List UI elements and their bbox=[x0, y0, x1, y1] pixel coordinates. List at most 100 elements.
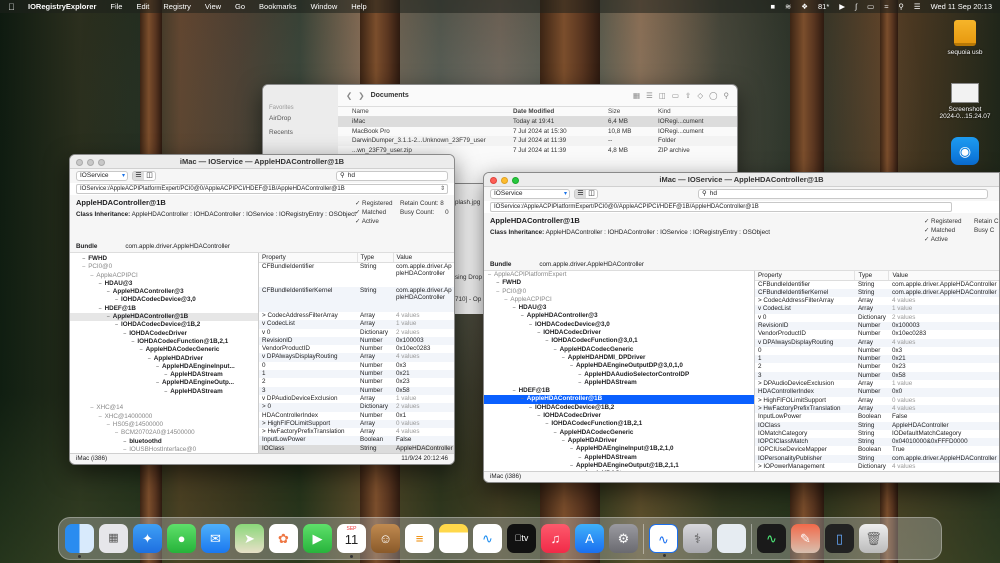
table-row[interactable]: IOPersonalityPublisher String com.apple.dr… bbox=[754, 454, 999, 464]
col-property[interactable]: Property bbox=[259, 253, 358, 263]
menu-edit[interactable]: Edit bbox=[136, 2, 149, 11]
tree-node[interactable]: – IOHDACodecFunction@3,0,1 bbox=[484, 337, 754, 345]
tree-node[interactable]: – XHC@14 bbox=[70, 404, 258, 412]
table-row[interactable]: > HwFactoryPrefixTranslation Array 4 value… bbox=[259, 428, 454, 436]
search-input[interactable]: ⚲ hd bbox=[698, 189, 988, 199]
gallery-view-icon[interactable]: ▭ bbox=[672, 91, 679, 100]
search-menu-icon[interactable]: ⚲ bbox=[898, 2, 904, 11]
desktop-screenshot[interactable]: Screenshot 2024-0...15.24.07 bbox=[935, 83, 995, 120]
tree-node[interactable]: – AppleHDACodecGeneric bbox=[484, 429, 754, 437]
notes-icon[interactable] bbox=[439, 524, 468, 553]
tree-node[interactable]: – AppleHDAController@1B bbox=[484, 395, 754, 404]
tree-node[interactable]: – AppleACPIPCI bbox=[484, 296, 754, 304]
back-icon[interactable]: ❮ bbox=[346, 91, 352, 100]
plane-select[interactable]: IOService ▾ bbox=[490, 189, 570, 199]
safari-icon[interactable]: ✦ bbox=[133, 524, 162, 553]
share-icon[interactable]: ⇧ bbox=[685, 91, 691, 100]
tag-icon[interactable]: ◇ bbox=[697, 91, 703, 100]
ioregistry-icon[interactable]: ∿ bbox=[649, 524, 678, 557]
tree-node[interactable]: – IOHDACodecFunction@1B,2,1 bbox=[70, 338, 258, 346]
table-row[interactable]: CFBundleIdentifier String com.apple.driver… bbox=[259, 262, 454, 287]
tree-node[interactable]: – FWHD bbox=[70, 255, 258, 263]
tree-node[interactable]: – HDEF@1B bbox=[70, 305, 258, 313]
tv-icon[interactable]: tv bbox=[507, 524, 536, 553]
tree-node[interactable]: – IOHDACodecDriver bbox=[484, 412, 754, 420]
tree-node[interactable]: – IOHDACodecDevice@3,0 bbox=[484, 321, 754, 329]
desktop-app-icon[interactable]: ◉ bbox=[951, 137, 979, 165]
sidebar-item-recents[interactable]: Recents bbox=[269, 129, 332, 143]
table-row[interactable]: RevisionID Number 0x100003 bbox=[259, 336, 454, 346]
menu-help[interactable]: Help bbox=[351, 2, 366, 11]
clock[interactable]: Wed 11 Sep 20:13 bbox=[931, 2, 992, 11]
dropbox-icon[interactable]: ❖ bbox=[801, 2, 808, 11]
path-field[interactable]: IOService:/AppleACPIPlatformExpert/PCI0@… bbox=[76, 184, 448, 194]
table-row[interactable]: IOMatchCategory String IODefaultMatchCateg… bbox=[755, 430, 999, 438]
sidebar-item-airdrop[interactable]: AirDrop bbox=[269, 115, 332, 129]
table-row[interactable]: CFBundleIdentifierKernel String com.apple.… bbox=[259, 287, 454, 312]
list-item[interactable]: MacBook Pro 7 Jul 2024 at 15:30 10,8 MB IOR… bbox=[338, 127, 737, 137]
tree-node[interactable]: – FWHD bbox=[484, 279, 754, 287]
col-value[interactable]: Value bbox=[393, 253, 454, 263]
tree-node[interactable]: – HS05@14500000 bbox=[70, 421, 258, 429]
appstore-icon[interactable]: A bbox=[575, 524, 604, 553]
table-row[interactable]: 2 Number 0x23 bbox=[755, 363, 999, 371]
table-row[interactable]: 1 Number 0x21 bbox=[259, 370, 454, 379]
window-titlebar[interactable]: iMac — IOService — AppleHDAController@1B bbox=[484, 173, 999, 187]
iphone-mirror-icon[interactable]: ▯ bbox=[825, 524, 854, 553]
battery-icon[interactable]: ▭ bbox=[867, 2, 874, 11]
table-row[interactable]: CFBundleIdentifier String com.apple.driver… bbox=[755, 280, 999, 289]
col-date[interactable]: Date Modified bbox=[513, 107, 608, 116]
property-table[interactable]: Property Type Value CFBundleIdentifier St… bbox=[754, 271, 999, 475]
table-row[interactable]: IOPCIClassMatch String 0x04010000&0xFFFD00… bbox=[754, 438, 999, 447]
minimize-button[interactable] bbox=[501, 177, 508, 184]
tree-node[interactable]: – AppleHDAEngineInput@1B,2,1,0 bbox=[484, 445, 754, 453]
col-size[interactable]: Size bbox=[608, 107, 658, 116]
list-item[interactable]: DarwinDumper_3.1.1-2...Unknown_23F79_use… bbox=[338, 136, 737, 146]
list-view-icon[interactable]: ☰ bbox=[133, 172, 144, 180]
table-row[interactable]: InputLowPower Boolean False bbox=[259, 436, 454, 445]
table-row[interactable]: IOClass String AppleHDAController bbox=[259, 444, 454, 454]
tree-node[interactable]: – AppleHDACodecGeneric bbox=[484, 346, 754, 354]
table-row[interactable]: > DPAudioDeviceExclusion Array 1 value bbox=[755, 380, 999, 388]
tree-node[interactable]: –AppleHDAStream bbox=[484, 454, 754, 462]
graph-icon[interactable]: ≋ bbox=[785, 2, 791, 11]
tree-node[interactable]: – HDAU@3 bbox=[484, 304, 754, 312]
table-row[interactable]: v CodecList Array 1 value bbox=[259, 320, 454, 329]
close-button[interactable] bbox=[76, 159, 83, 166]
zoom-button[interactable] bbox=[98, 159, 105, 166]
tree-node[interactable]: – AppleHDADriver bbox=[484, 437, 754, 445]
table-row[interactable]: v DPAlwaysDisplayRouting Array 4 values bbox=[259, 353, 454, 362]
registry-tree[interactable]: – FWHD – PCI0@0– AppleACPIPCI – HDAU@3– AppleHD… bbox=[70, 253, 260, 457]
table-row[interactable]: 3 Number 0x58 bbox=[754, 371, 999, 381]
plane-select[interactable]: IOService ▾ bbox=[76, 171, 128, 181]
tree-node[interactable]: – IOHDACodecDevice@1B,2 bbox=[484, 404, 754, 412]
grid-view-icon[interactable]: ▦ bbox=[633, 91, 640, 100]
tree-node[interactable]: – AppleHDAEngineOutputDP@3,0,1,0 bbox=[484, 362, 754, 370]
desktop-drive[interactable]: sequoia usb bbox=[935, 20, 995, 56]
tree-node[interactable]: – AppleHDAController@3 bbox=[484, 312, 754, 320]
tree-node[interactable]: – PCI0@0 bbox=[484, 288, 754, 296]
status-icon-a[interactable]: ■ bbox=[770, 2, 775, 11]
tree-node[interactable]: – AppleHDAController@1B bbox=[70, 313, 259, 322]
tree-node[interactable]: – AppleHDAController@3 bbox=[70, 288, 258, 296]
tree-node[interactable]: – XHC@14000000 bbox=[70, 413, 258, 421]
tree-node[interactable]: – AppleACPIPlatformExpert bbox=[484, 271, 754, 279]
tree-node[interactable]: – bluetoothd bbox=[70, 438, 258, 446]
table-row[interactable]: v 0 Dictionary 2 values bbox=[259, 329, 454, 337]
path-field[interactable]: IOService:/AppleACPIPlatformExpert/PCI0@… bbox=[490, 202, 952, 212]
table-row[interactable]: 0 Number 0x3 bbox=[755, 347, 999, 355]
table-row[interactable]: v DPAudioDeviceExclusion Array 1 value bbox=[259, 395, 454, 403]
col-name[interactable]: Name bbox=[338, 107, 513, 116]
col-property[interactable]: Property bbox=[754, 271, 856, 281]
activity-icon[interactable]: ∿ bbox=[757, 524, 786, 553]
scripts-icon[interactable]: ✎ bbox=[791, 524, 820, 553]
table-row[interactable]: IOClass String AppleHDAController bbox=[754, 421, 999, 430]
column-view-icon[interactable]: ◫ bbox=[659, 91, 666, 100]
facetime-icon[interactable]: ▶ bbox=[303, 524, 332, 553]
table-row[interactable]: HDAControllerIndex Number 0x1 bbox=[259, 412, 454, 420]
calendar-icon[interactable]: SEP 11 bbox=[337, 524, 366, 558]
menu-view[interactable]: View bbox=[205, 2, 221, 11]
table-row[interactable]: InputLowPower Boolean False bbox=[755, 413, 999, 421]
table-row[interactable]: RevisionID Number 0x100003 bbox=[754, 321, 999, 331]
settings-icon[interactable]: ⚙ bbox=[609, 524, 638, 553]
